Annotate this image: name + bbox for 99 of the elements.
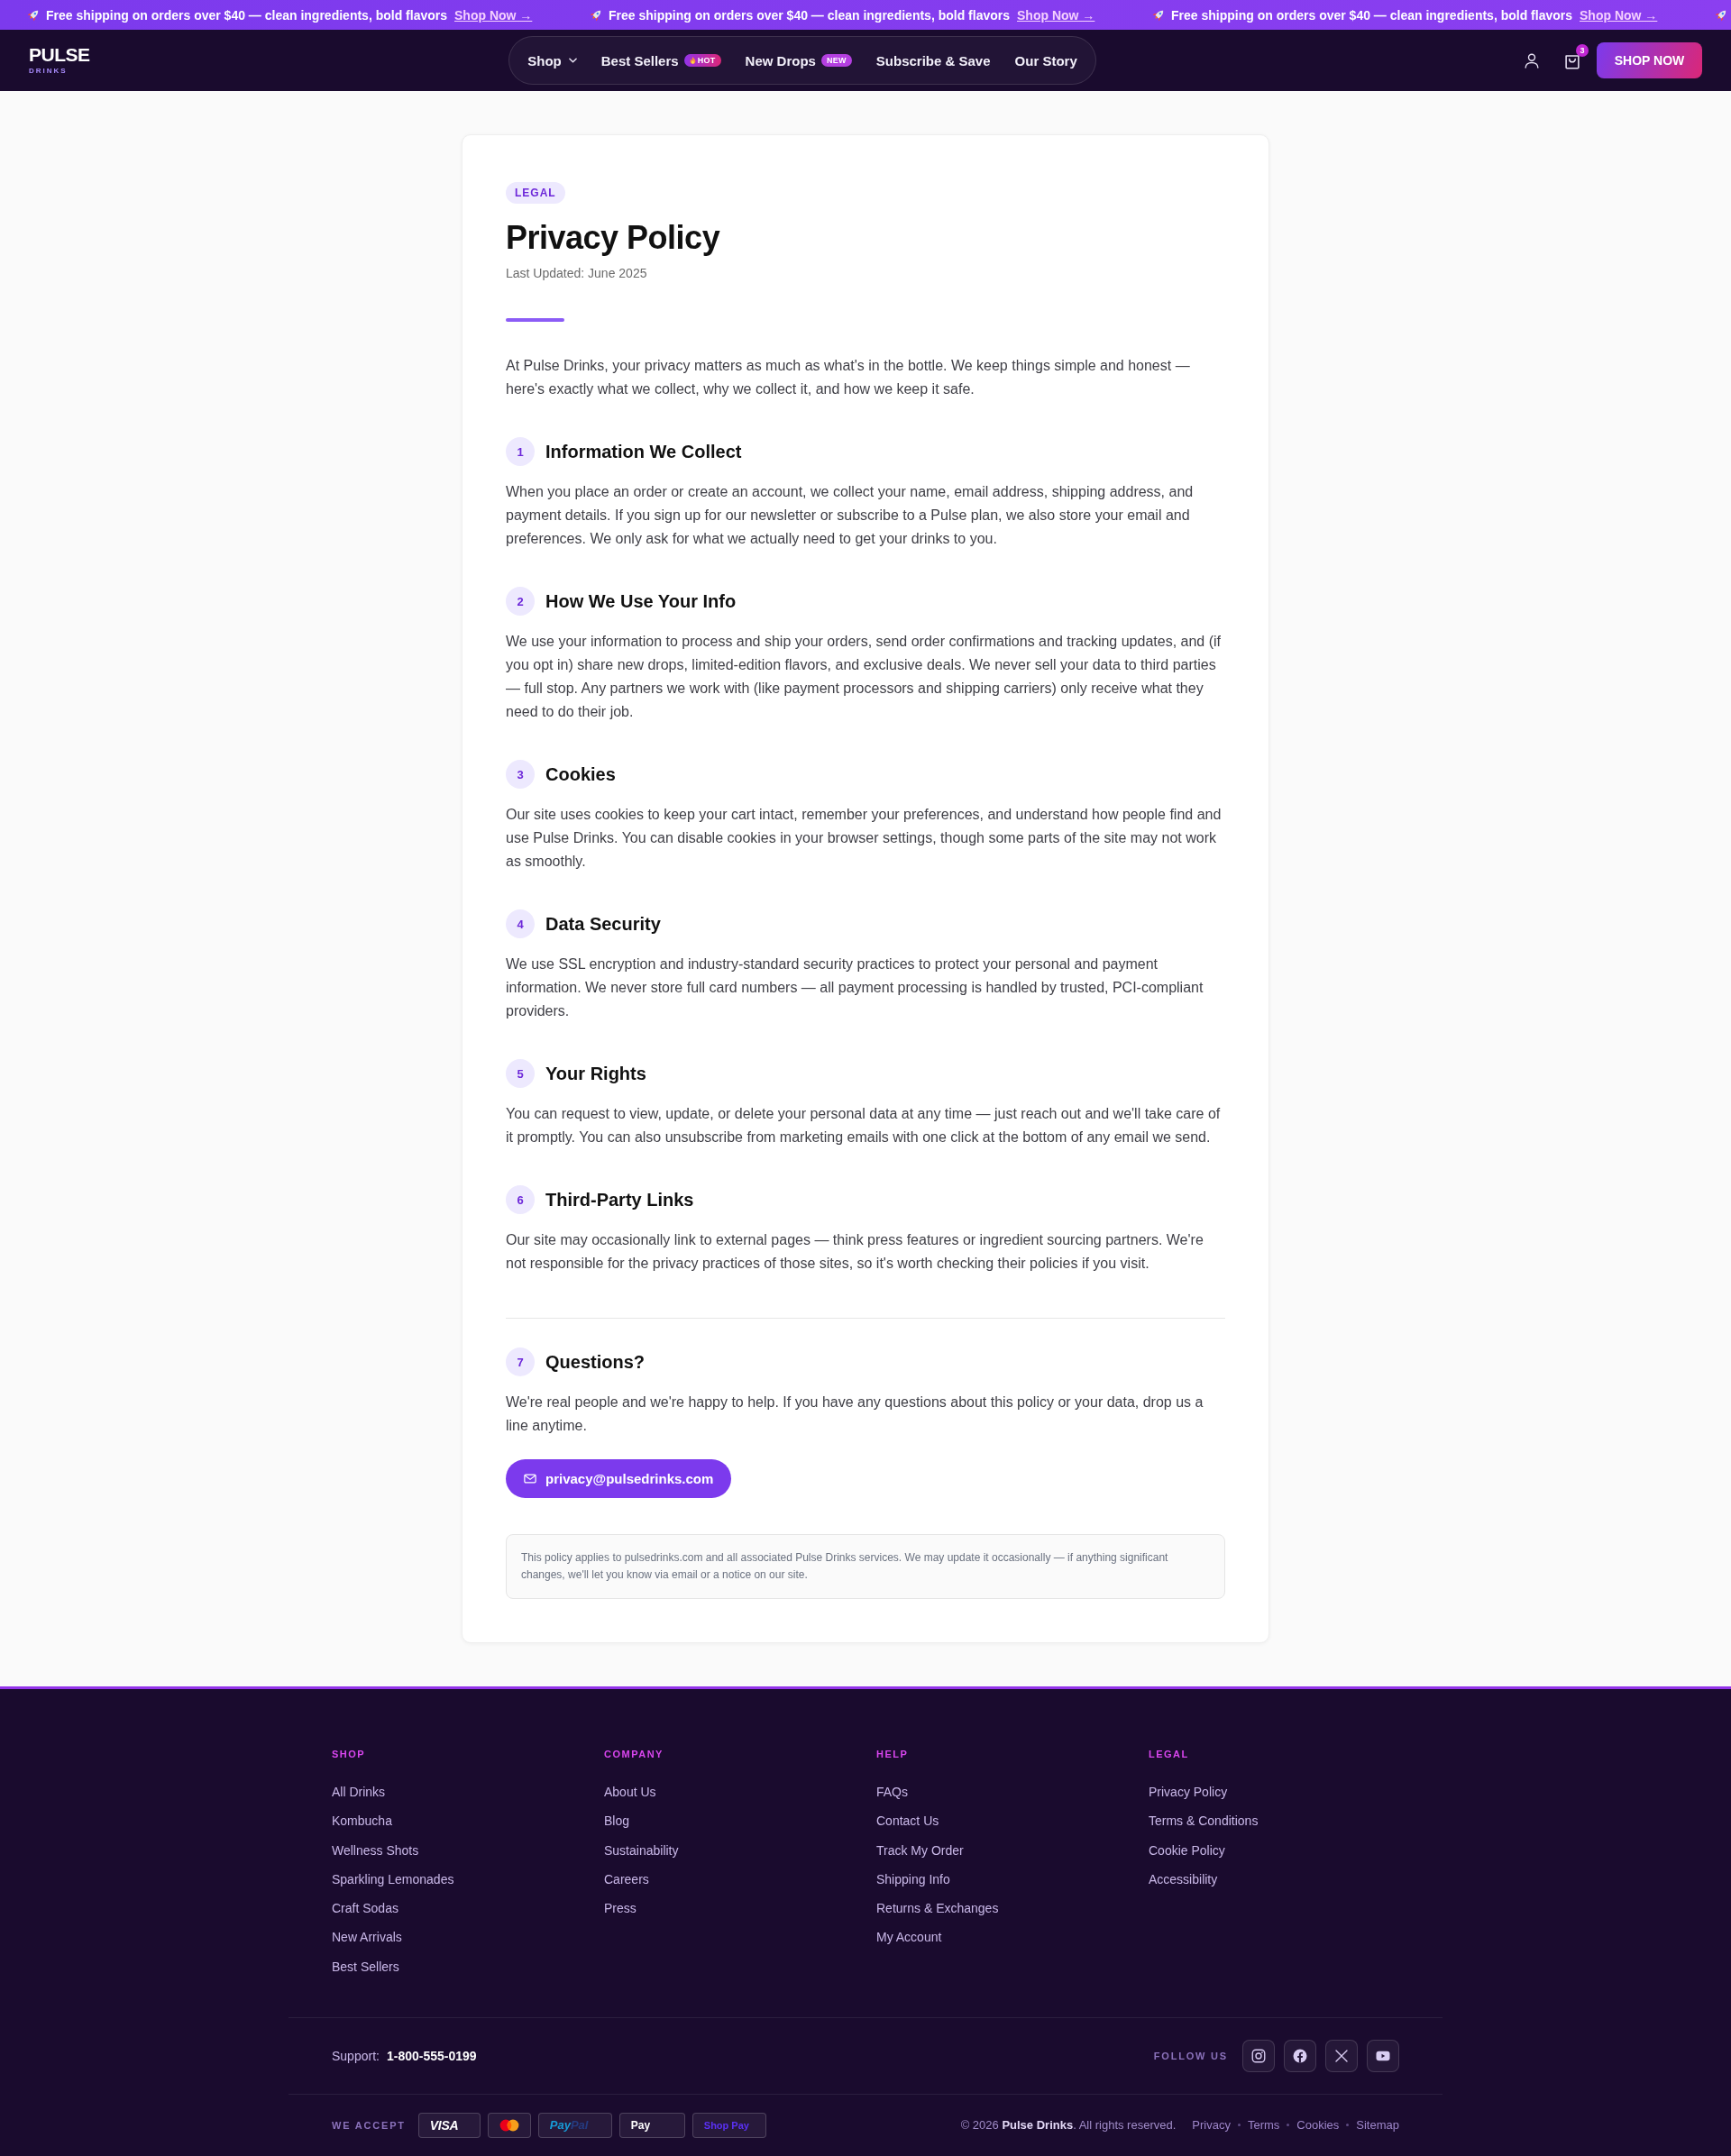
section-paragraph: Our site may occasionally link to external pages — think press features or ingredient sourcing partners. We're not responsible for the privacy practices of those sites, so it's worth checking their policies if you visit.: [506, 1231, 1204, 1273]
footer-link[interactable]: FAQs: [876, 1783, 908, 1801]
announcement-text: Free shipping on orders over $40 — clean ingredients, bold flavors: [46, 7, 447, 23]
footer-link[interactable]: About Us: [604, 1783, 656, 1801]
footer-link[interactable]: Returns & Exchanges: [876, 1899, 999, 1918]
section-paragraph: We use your information to process and ship your orders, send order confirmations and tracking updates, and (if you opt in) share new drops, limited-edition flavors, and exclusive deals. We never sell your data to third parties — full stop. Any partners we work with (like payment processors and shipping carriers) only receive what they need to do their job.: [506, 633, 1222, 721]
footer-link[interactable]: All Drinks: [332, 1783, 386, 1801]
footer-link[interactable]: Craft Sodas: [332, 1899, 398, 1918]
instagram-link[interactable]: [1242, 2039, 1275, 2072]
shop-now-link[interactable]: Shop Now →: [454, 7, 533, 23]
footer-legal-link[interactable]: Terms: [1247, 2118, 1280, 2133]
nav-link[interactable]: New Drops NEW: [745, 52, 852, 69]
nav-link[interactable]: Subscribe & Save: [875, 52, 991, 69]
footer-link[interactable]: Careers: [604, 1869, 649, 1888]
support-label: Support:: [332, 2048, 380, 2063]
flame-icon: [689, 57, 696, 64]
footer-link[interactable]: Cookie Policy: [1149, 1841, 1225, 1859]
footer-legal-link[interactable]: Sitemap: [1356, 2118, 1399, 2133]
section-paragraph: When you place an order or create an account, we collect your name, email address, shipping address, and payment details. If you sign up for our newsletter or subscribe to a Pulse plan, we also store your email and preferences. We only ask for what we actually need to get your drinks to you.: [506, 483, 1195, 548]
footer-heading: SHOP: [332, 1748, 367, 1761]
facebook-link[interactable]: [1284, 2039, 1316, 2072]
x-link[interactable]: [1325, 2039, 1358, 2072]
section-paragraph: You can request to view, update, or delete your personal data at any time — just reach out and we'll take care of it promptly. You can also unsubscribe from marketing emails with one click at the bottom of any email we send.: [506, 1105, 1222, 1147]
footer-link[interactable]: Track My Order: [876, 1841, 964, 1859]
section-heading: Cookies: [545, 763, 616, 786]
footer-link[interactable]: Sustainability: [604, 1841, 679, 1859]
mail-icon: [524, 1474, 536, 1484]
accent-line: [506, 318, 564, 322]
footer-link[interactable]: New Arrivals: [332, 1928, 402, 1947]
footer-heading: HELP: [876, 1748, 910, 1761]
section-number: 3: [506, 760, 535, 789]
section-heading: Questions?: [545, 1351, 645, 1374]
section-number: 4: [506, 909, 535, 938]
payment-badge: Pay: [618, 2112, 685, 2138]
rocket-icon: [1715, 8, 1728, 22]
footer-link[interactable]: My Account: [876, 1928, 942, 1947]
page-title: Privacy Policy: [506, 218, 720, 257]
shop-now-button[interactable]: SHOP NOW: [1597, 42, 1702, 78]
footer-legal-link[interactable]: Cookies: [1296, 2118, 1340, 2133]
footer-link[interactable]: Best Sellers: [332, 1957, 399, 1976]
announcement-text: Free shipping on orders over $40 — clean ingredients, bold flavors: [1171, 7, 1572, 23]
footer-link[interactable]: Wellness Shots: [332, 1841, 419, 1859]
follow-us-label: FOLLOW US: [1153, 2050, 1228, 2061]
footer-link[interactable]: Terms & Conditions: [1149, 1812, 1259, 1831]
user-icon[interactable]: [1523, 51, 1541, 69]
facebook-icon: [1292, 2047, 1308, 2064]
section-paragraph: We use SSL encryption and industry-standard security practices to protect your personal and payment information. We never store full card numbers — all payment processing is handled by trusted, PCI-compliant providers.: [506, 955, 1204, 1020]
youtube-link[interactable]: [1367, 2039, 1399, 2072]
rocket-icon: [590, 8, 603, 22]
section-paragraph: We're real people and we're happy to help. If you have any questions about this policy or your data, drop us a line anytime.: [506, 1393, 1204, 1435]
rocket-icon: [1152, 8, 1166, 22]
shop-now-link[interactable]: Shop Now →: [1017, 7, 1095, 23]
section-number: 1: [506, 437, 535, 466]
mastercard-logo-icon: [498, 2117, 520, 2133]
section-heading: Data Security: [545, 913, 661, 936]
cart-count-badge: 3: [1576, 44, 1589, 57]
footer-link[interactable]: Privacy Policy: [1149, 1783, 1228, 1801]
shop-now-link[interactable]: Shop Now →: [1580, 7, 1658, 23]
we-accept-label: WE ACCEPT: [332, 2119, 406, 2131]
chevron-down-icon: [568, 58, 577, 63]
footer-link[interactable]: Contact Us: [876, 1812, 939, 1831]
instagram-icon: [1250, 2047, 1267, 2064]
policy-notice: This policy applies to pulsedrinks.com and all associated Pulse Drinks services. We may update it occasionally — if anything significant changes, we'll let you know via email or a notice on our site.: [506, 1534, 1225, 1599]
badge-label: NEW: [826, 55, 847, 67]
rocket-icon: [27, 8, 41, 22]
logo-wordmark[interactable]: PULSE: [29, 45, 92, 65]
footer-link[interactable]: Blog: [604, 1812, 630, 1831]
section-number: 7: [506, 1348, 535, 1376]
logo-tagline: DRINKS: [29, 67, 69, 76]
footer-link[interactable]: Press: [604, 1899, 637, 1918]
footer-heading: LEGAL: [1149, 1748, 1190, 1761]
section-number: 5: [506, 1059, 535, 1088]
nav-link[interactable]: Best Sellers HOT: [600, 52, 721, 69]
section-number: 2: [506, 587, 535, 616]
footer-link[interactable]: Kombucha: [332, 1812, 392, 1831]
section-number: 6: [506, 1185, 535, 1214]
section-heading: Third-Party Links: [545, 1189, 694, 1211]
intro-paragraph: At Pulse Drinks, your privacy matters as much as what's in the bottle. We keep things simple and honest — here's exactly what we collect, why we collect it, and how we keep it safe.: [506, 357, 1191, 398]
legal-tag: LEGAL: [506, 182, 565, 204]
announcement-text: Free shipping on orders over $40 — clean ingredients, bold flavors: [609, 7, 1010, 23]
section-paragraph: Our site uses cookies to keep your cart intact, remember your preferences, and understand how people find and use Pulse Drinks. You can disable cookies in your browser settings, though some parts of the site may not work as smoothly.: [506, 806, 1223, 871]
nav-link[interactable]: Our Story: [1014, 52, 1077, 69]
section-heading: How We Use Your Info: [545, 590, 737, 613]
last-updated-text: Last Updated: June 2025: [506, 265, 647, 282]
footer-legal-link[interactable]: Privacy: [1192, 2118, 1231, 2133]
footer-heading: COMPANY: [604, 1748, 664, 1761]
support-phone[interactable]: 1-800-555-0199: [386, 2048, 477, 2063]
payment-badge: Shop Pay: [691, 2112, 766, 2138]
footer-link[interactable]: Sparkling Lemonades: [332, 1869, 454, 1888]
footer-link[interactable]: Shipping Info: [876, 1869, 950, 1888]
payment-badge: VISA: [417, 2112, 481, 2138]
badge-label: HOT: [697, 55, 716, 67]
email-button[interactable]: privacy@pulsedrinks.com: [506, 1459, 732, 1498]
section-heading: Your Rights: [545, 1063, 646, 1085]
section-heading: Information We Collect: [545, 441, 742, 463]
nav-link[interactable]: Shop: [527, 52, 577, 69]
payment-badge: PayPal: [537, 2112, 612, 2138]
copyright-text: © 2026 Pulse Drinks. All rights reserved.: [960, 2118, 1177, 2133]
footer-link[interactable]: Accessibility: [1149, 1869, 1218, 1888]
